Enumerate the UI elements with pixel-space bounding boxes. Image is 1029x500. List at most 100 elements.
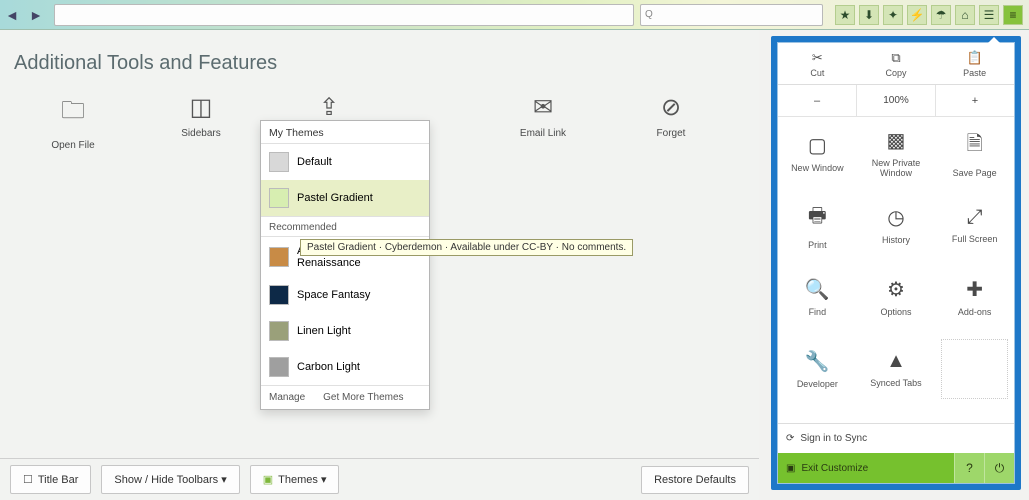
nav-back-icon[interactable]: ◄ — [0, 7, 24, 23]
restore-defaults-button[interactable]: Restore Defaults — [641, 466, 749, 494]
wrench-icon: 🔧 — [805, 349, 830, 374]
theme-swatch-icon — [269, 357, 289, 377]
sidebar-icon: ◫ — [190, 93, 213, 122]
brush-icon: ▣ — [786, 463, 795, 474]
menu-panel: ✂ Cut ⧉ Copy 📋 Paste – 100% + ▢ New Wind… — [777, 42, 1015, 484]
tool-forget[interactable]: ⊘ Forget — [636, 93, 706, 152]
umbrella-icon[interactable]: ☂ — [931, 5, 951, 25]
theme-item-linen-light[interactable]: Linen Light — [261, 313, 429, 349]
search-input[interactable]: Q — [640, 4, 823, 26]
tool-label: Forget — [657, 128, 686, 140]
menu-synced-tabs[interactable]: ▲ Synced Tabs — [857, 333, 936, 405]
theme-item-carbon-light[interactable]: Carbon Light — [261, 349, 429, 385]
menu-label: Exit Customize — [801, 463, 868, 474]
menu-paste[interactable]: 📋 Paste — [935, 43, 1014, 84]
menu-save-page[interactable]: 🗎 Save Page — [935, 117, 1014, 189]
chrome-toolbar-icons: ★ ⬇ ✦ ⚡ ☂ ⌂ ☰ ≡ — [829, 5, 1029, 25]
paste-icon: 📋 — [967, 50, 983, 66]
theme-item-pastel-gradient[interactable]: Pastel Gradient — [261, 180, 429, 216]
url-input[interactable] — [54, 4, 634, 26]
themes-section-recommended: Recommended — [261, 216, 429, 237]
tool-email-link[interactable]: ✉ Email Link — [508, 93, 578, 152]
themes-popup: My Themes Default Pastel Gradient Recomm… — [260, 120, 430, 410]
tool-open-file[interactable]: 🗀 Open File — [38, 93, 108, 152]
menu-label: New Window — [791, 163, 844, 173]
hamburger-menu-icon[interactable]: ≡ — [1003, 5, 1023, 25]
forget-icon: ⊘ — [661, 93, 681, 122]
zoom-out-button[interactable]: – — [778, 85, 856, 116]
theme-tooltip: Pastel Gradient · Cyberdemon · Available… — [300, 239, 633, 256]
themes-get-more-link[interactable]: Get More Themes — [323, 392, 403, 403]
themes-manage-link[interactable]: Manage — [269, 392, 305, 403]
menu-label: Save Page — [953, 168, 997, 178]
menu-find[interactable]: 🔍 Find — [778, 261, 857, 333]
clock-icon: ◷ — [887, 205, 904, 230]
browser-chrome: ◄ ► Q ★ ⬇ ✦ ⚡ ☂ ⌂ ☰ ≡ — [0, 0, 1029, 30]
theme-name: Carbon Light — [297, 361, 360, 373]
menu-sign-in-sync[interactable]: ⟳ Sign in to Sync — [778, 423, 1014, 453]
nav-forward-icon[interactable]: ► — [24, 7, 48, 23]
search-icon: 🔍 — [805, 277, 830, 302]
themes-button[interactable]: ▣ Themes ▾ — [250, 465, 340, 494]
bolt-icon[interactable]: ⚡ — [907, 5, 927, 25]
menu-label: New Private Window — [860, 158, 933, 178]
folder-icon: 🗀 — [61, 93, 85, 134]
menu-cut[interactable]: ✂ Cut — [778, 43, 857, 84]
mask-icon: ▩ — [887, 128, 906, 153]
exit-customize-button[interactable]: ▣ Exit Customize — [778, 463, 954, 474]
menu-label: History — [882, 235, 910, 245]
addon-icon[interactable]: ✦ — [883, 5, 903, 25]
sync-icon: ⟳ — [786, 433, 794, 444]
themes-popup-footer: Manage Get More Themes — [261, 385, 429, 409]
theme-swatch-icon — [269, 321, 289, 341]
power-button[interactable]: ⏻ — [984, 453, 1014, 483]
menu-developer[interactable]: 🔧 Developer — [778, 333, 857, 405]
theme-item-default[interactable]: Default — [261, 144, 429, 180]
window-icon: ▢ — [808, 133, 827, 158]
page-title: Additional Tools and Features — [14, 52, 745, 75]
checkbox-icon: ☐ — [23, 473, 33, 486]
expand-icon: ⤢ — [967, 206, 983, 229]
mail-icon: ✉ — [533, 93, 553, 122]
tool-label: Sidebars — [181, 128, 220, 140]
menu-exit-customize-row: ▣ Exit Customize ? ⏻ — [778, 453, 1014, 483]
menu-new-private-window[interactable]: ▩ New Private Window — [857, 117, 936, 189]
copy-icon: ⧉ — [891, 50, 900, 66]
zoom-in-button[interactable]: + — [936, 85, 1014, 116]
menu-new-window[interactable]: ▢ New Window — [778, 117, 857, 189]
menu-edit-row: ✂ Cut ⧉ Copy 📋 Paste — [778, 43, 1014, 85]
page-icon: 🗎 — [967, 129, 983, 163]
menu-label: Developer — [797, 379, 838, 389]
downloads-icon[interactable]: ⬇ — [859, 5, 879, 25]
theme-name: Pastel Gradient — [297, 192, 373, 204]
menu-label: Copy — [886, 68, 907, 78]
theme-swatch-icon — [269, 152, 289, 172]
home-icon[interactable]: ⌂ — [955, 5, 975, 25]
button-label: Show / Hide Toolbars ▾ — [114, 473, 226, 486]
gear-icon: ⚙ — [887, 277, 905, 302]
menu-spacer — [778, 405, 1014, 423]
theme-item-space-fantasy[interactable]: Space Fantasy — [261, 277, 429, 313]
menu-fullscreen[interactable]: ⤢ Full Screen — [935, 189, 1014, 261]
share-icon: ⇪ — [319, 93, 339, 122]
menu-tool-grid: ▢ New Window ▩ New Private Window 🗎 Save… — [778, 117, 1014, 405]
tool-sidebars[interactable]: ◫ Sidebars — [166, 93, 236, 152]
menu-copy[interactable]: ⧉ Copy — [857, 43, 936, 84]
show-hide-toolbars-button[interactable]: Show / Hide Toolbars ▾ — [101, 465, 239, 494]
titlebar-toggle-button[interactable]: ☐ Title Bar — [10, 465, 91, 494]
button-label: Restore Defaults — [654, 474, 736, 486]
list-icon[interactable]: ☰ — [979, 5, 999, 25]
menu-print[interactable]: 🖶 Print — [778, 189, 857, 261]
menu-drop-target[interactable] — [941, 339, 1008, 399]
menu-options[interactable]: ⚙ Options — [857, 261, 936, 333]
puzzle-icon: ✚ — [966, 277, 983, 302]
help-button[interactable]: ? — [954, 453, 984, 483]
bookmark-star-icon[interactable]: ★ — [835, 5, 855, 25]
theme-name: Default — [297, 156, 332, 168]
tool-label: Email Link — [520, 128, 566, 140]
menu-label: Options — [880, 307, 911, 317]
menu-label: Cut — [810, 68, 824, 78]
paint-icon: ▣ — [263, 473, 273, 486]
menu-addons[interactable]: ✚ Add-ons — [935, 261, 1014, 333]
menu-history[interactable]: ◷ History — [857, 189, 936, 261]
